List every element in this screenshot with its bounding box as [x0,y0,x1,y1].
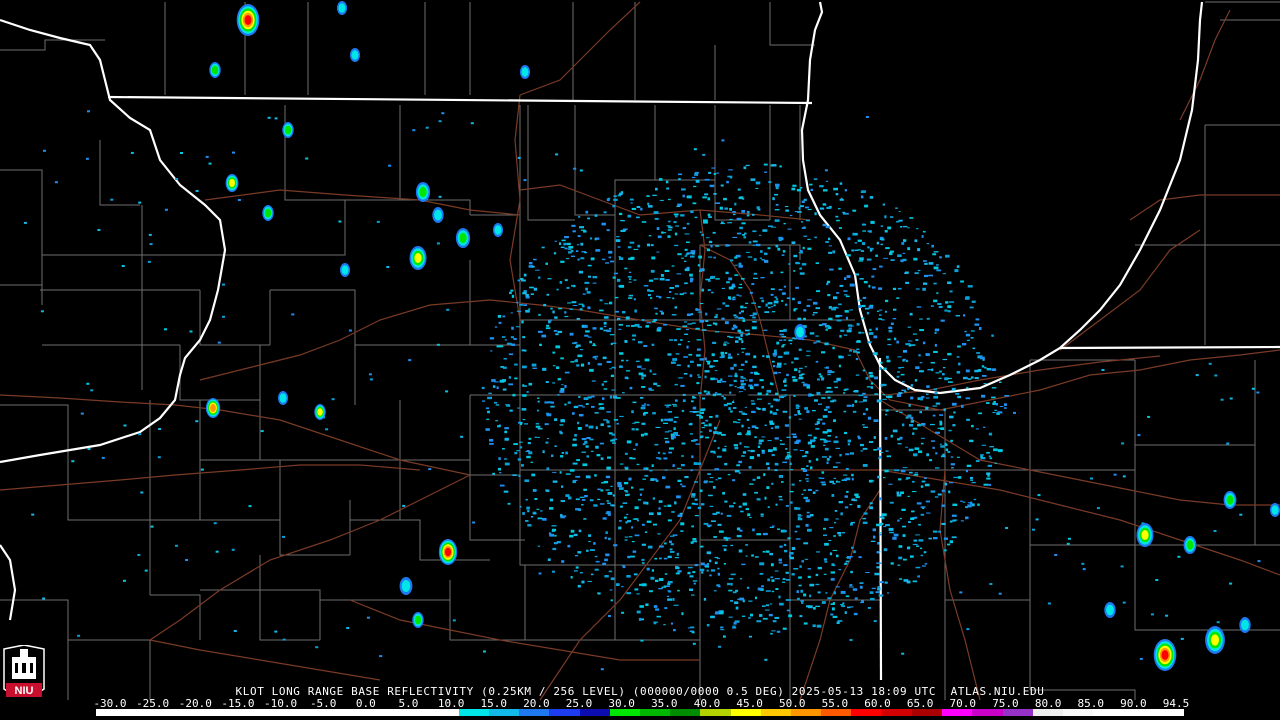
scale-tick-label: 55.0 [821,697,849,710]
reflectivity-colorbar [96,709,1184,716]
scale-tick-label: 50.0 [778,697,806,710]
colorbar-segment [1093,709,1124,716]
scale-tick-label: 94.5 [1162,697,1190,710]
scale-tick-label: 5.0 [398,697,419,710]
scale-tick-label: 60.0 [864,697,891,710]
colorbar-segment [337,709,368,716]
colorbar-segment [911,709,943,716]
colorbar-segment [488,709,520,716]
colorbar-segment [851,709,882,716]
radar-site-center [734,392,750,408]
scale-tick-label: 90.0 [1120,697,1147,710]
colorbar-segment [96,709,127,716]
scale-tick-label: -30.0 [93,697,127,710]
colorbar-segment [579,709,610,716]
reflectivity-scale-ticks: -30.0 -25.0 -20.0 -15.0 -10.0 -5.0 0.0 5.0 10.0 1… [0,697,1280,710]
colorbar-segment [216,709,248,716]
colorbar-segment [277,709,308,716]
colorbar-segment [639,709,671,716]
colorbar-segment [700,709,731,716]
scale-tick-label: -20.0 [178,697,212,710]
colorbar-segment [1063,709,1094,716]
scale-tick-label: 40.0 [693,697,721,710]
colorbar-segment [609,709,640,716]
scale-tick-label: -10.0 [263,697,298,710]
colorbar-segment [367,709,399,716]
scale-tick-label: 25.0 [565,697,593,710]
colorbar-segment [549,709,580,716]
colorbar-segment [126,709,157,716]
scale-tick-label: 85.0 [1077,697,1104,710]
colorbar-segment [1123,709,1154,716]
scale-tick-label: -25.0 [136,697,170,710]
scale-tick-label: 0.0 [355,697,376,710]
colorbar-segment [156,709,187,716]
colorbar-segment [398,709,429,716]
colorbar-segment [307,709,338,716]
colorbar-segment [247,709,278,716]
scale-tick-label: -5.0 [309,697,337,710]
colorbar-segment [881,709,912,716]
radar-map [0,0,1280,720]
colorbar-segment [821,709,852,716]
colorbar-segment [1032,709,1063,716]
scale-tick-label: 80.0 [1034,697,1062,710]
colorbar-segment [760,709,792,716]
scale-tick-label: 70.0 [949,697,977,710]
colorbar-segment [972,709,1003,716]
colorbar-segment [458,709,489,716]
colorbar-segment [730,709,761,716]
scale-tick-label: 75.0 [992,697,1019,710]
scale-tick-label: 65.0 [906,697,934,710]
scale-tick-label: 15.0 [480,697,508,710]
scale-tick-label: -15.0 [221,697,255,710]
colorbar-segment [428,709,459,716]
scale-tick-label: 45.0 [736,697,763,710]
colorbar-segment [1153,709,1184,716]
colorbar-segment [670,709,701,716]
colorbar-segment [186,709,217,716]
colorbar-segment [791,709,822,716]
colorbar-segment [1002,709,1033,716]
scale-tick-label: 10.0 [437,697,465,710]
scale-tick-label: 35.0 [651,697,678,710]
colorbar-segment [942,709,973,716]
colorbar-segment [519,709,550,716]
scale-tick-label: 20.0 [523,697,550,710]
scale-tick-label: 30.0 [608,697,635,710]
